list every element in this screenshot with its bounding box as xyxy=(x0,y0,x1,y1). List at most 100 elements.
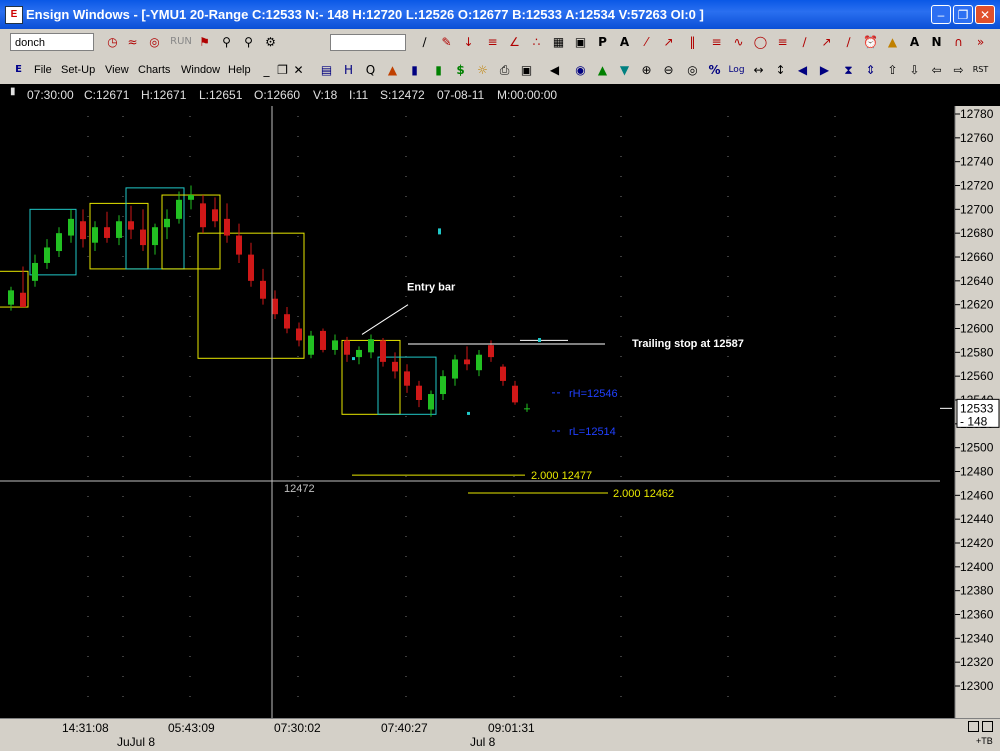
candle-body xyxy=(524,408,530,410)
print-icon[interactable]: ⎙ xyxy=(496,61,513,79)
study-dropdown[interactable]: donch xyxy=(10,33,94,51)
settings-icon[interactable]: ⚙ xyxy=(262,33,279,51)
menu-setup[interactable]: Set-Up xyxy=(61,64,95,76)
price-chart[interactable]: 12780 12760 12740 12720 12700 12680 12660 12640… xyxy=(0,106,1000,718)
panel-toggle-icon[interactable] xyxy=(968,721,979,732)
globe-icon[interactable]: ◉ xyxy=(572,61,589,79)
zoom-in-icon[interactable]: ⊕ xyxy=(638,61,655,79)
compress-h-icon[interactable]: ↕ xyxy=(772,61,789,79)
run-icon[interactable]: RUN xyxy=(170,33,192,51)
log-icon[interactable]: Log xyxy=(728,61,745,79)
fast-forward-icon[interactable]: ▶ xyxy=(816,61,833,79)
p-icon[interactable]: P xyxy=(594,33,611,51)
page-icon[interactable]: ▣ xyxy=(518,61,535,79)
menu-charts[interactable]: Charts xyxy=(138,64,170,76)
hourglass-icon[interactable]: ⧗ xyxy=(840,61,857,79)
unlock-icon[interactable]: ⚲ xyxy=(240,33,257,51)
box-icon[interactable]: ▣ xyxy=(572,33,589,51)
candle-body xyxy=(188,195,194,200)
price-tick-label: 12500 xyxy=(960,441,994,455)
candle-body xyxy=(272,298,278,315)
triangle-up-icon[interactable]: ▲ xyxy=(594,61,611,79)
chart-icon[interactable]: ▮ xyxy=(430,61,447,79)
panel-toggle-icon[interactable] xyxy=(982,721,993,732)
arrow-left2-icon[interactable]: ⇦ xyxy=(928,61,945,79)
restore-button[interactable]: ❐ xyxy=(953,5,973,24)
a-icon[interactable]: A xyxy=(616,33,633,51)
bars-icon[interactable]: ‖ xyxy=(684,33,701,51)
spin-input[interactable] xyxy=(330,34,406,51)
dollar-icon[interactable]: $ xyxy=(452,61,469,79)
arrow-right-icon[interactable]: ⇨ xyxy=(950,61,967,79)
ray-icon[interactable]: ↗ xyxy=(818,33,835,51)
close-button[interactable]: ✕ xyxy=(975,5,995,24)
magnet-icon[interactable]: ∩ xyxy=(950,33,967,51)
triangle-icon[interactable]: ▲ xyxy=(884,33,901,51)
fast-back-icon[interactable]: ◀ xyxy=(794,61,811,79)
fib-icon[interactable]: ≡ xyxy=(484,33,501,51)
rh-label: rH=12546 xyxy=(569,388,618,400)
arrow-down-icon[interactable]: ↓ xyxy=(460,33,477,51)
alarm-icon[interactable]: ⏰ xyxy=(862,33,879,51)
arrow-down2-icon[interactable]: ⇩ xyxy=(906,61,923,79)
doc-icon[interactable]: E xyxy=(10,61,27,79)
menu-window[interactable]: Window xyxy=(181,64,220,76)
lock-icon[interactable]: ⚲ xyxy=(218,33,235,51)
text-a-icon[interactable]: A xyxy=(906,33,923,51)
minimize-button[interactable]: – xyxy=(931,5,951,24)
updown-icon[interactable]: ⇕ xyxy=(862,61,879,79)
expand-h-icon[interactable]: ↔ xyxy=(750,61,767,79)
wave2-icon[interactable]: ∿ xyxy=(730,33,747,51)
grid-icon[interactable]: ▦ xyxy=(550,33,567,51)
restore-child-icon[interactable]: ❐ xyxy=(274,61,291,79)
arrow-left-icon[interactable]: ◀ xyxy=(546,61,563,79)
fire-icon[interactable]: ▲ xyxy=(384,61,401,79)
triangle-down-icon[interactable]: ▼ xyxy=(616,61,633,79)
candle-body xyxy=(164,218,170,228)
channel-icon[interactable]: ⁄ xyxy=(638,33,655,51)
zoom-icon[interactable]: ◎ xyxy=(684,61,701,79)
candle-body xyxy=(104,227,110,238)
circle-icon[interactable]: ◯ xyxy=(752,33,769,51)
candle-body xyxy=(332,340,338,350)
layout-icon[interactable]: ▤ xyxy=(318,61,335,79)
percent-icon[interactable]: % xyxy=(706,61,723,79)
flag-icon[interactable]: ⚑ xyxy=(196,33,213,51)
cyan-marker xyxy=(438,228,441,235)
price-tick-label: 12700 xyxy=(960,202,994,216)
trendline-icon[interactable]: ∕ xyxy=(796,33,813,51)
tb-label[interactable]: +TB xyxy=(976,736,993,746)
menu-view[interactable]: View xyxy=(105,64,129,76)
pencil-icon[interactable]: ✎ xyxy=(438,33,455,51)
candle-body xyxy=(44,247,50,263)
bar-chart-icon[interactable]: ▮ xyxy=(406,61,423,79)
price-tick-label: 12560 xyxy=(960,369,994,383)
wave-icon[interactable]: ≈ xyxy=(124,33,141,51)
reset-icon[interactable]: RST xyxy=(972,61,989,79)
arrow-up-icon[interactable]: ⇧ xyxy=(884,61,901,79)
ensign-logo-icon[interactable]: E xyxy=(5,6,23,24)
line-tool-icon[interactable]: ∕ xyxy=(416,33,433,51)
hilo-icon[interactable]: H xyxy=(340,61,357,79)
sun-icon[interactable]: ☼ xyxy=(474,61,491,79)
level-icon[interactable]: ≡ xyxy=(708,33,725,51)
trend-icon[interactable]: ↗ xyxy=(660,33,677,51)
quote-icon[interactable]: Q xyxy=(362,61,379,79)
fan-icon[interactable]: ∴ xyxy=(528,33,545,51)
min-child-icon[interactable]: _ xyxy=(258,61,275,79)
candle-body xyxy=(416,385,422,400)
price-tick-label: 12420 xyxy=(960,536,994,550)
zoom-out-icon[interactable]: ⊖ xyxy=(660,61,677,79)
fib-ext-icon[interactable]: ≡ xyxy=(774,33,791,51)
angle-icon[interactable]: ∠ xyxy=(506,33,523,51)
menu-file[interactable]: File xyxy=(34,64,52,76)
gann-icon[interactable]: ∕ xyxy=(840,33,857,51)
price-tick-label: 12740 xyxy=(960,155,994,169)
study-icon[interactable]: ◎ xyxy=(146,33,163,51)
clock-icon[interactable]: ◷ xyxy=(104,33,121,51)
text-n-icon[interactable]: N xyxy=(928,33,945,51)
close-child-icon[interactable]: ✕ xyxy=(290,61,307,79)
chart-area[interactable]: 12780 12760 12740 12720 12700 12680 12660 12640… xyxy=(0,106,1000,718)
more-icon[interactable]: » xyxy=(972,33,989,51)
menu-help[interactable]: Help xyxy=(228,64,251,76)
